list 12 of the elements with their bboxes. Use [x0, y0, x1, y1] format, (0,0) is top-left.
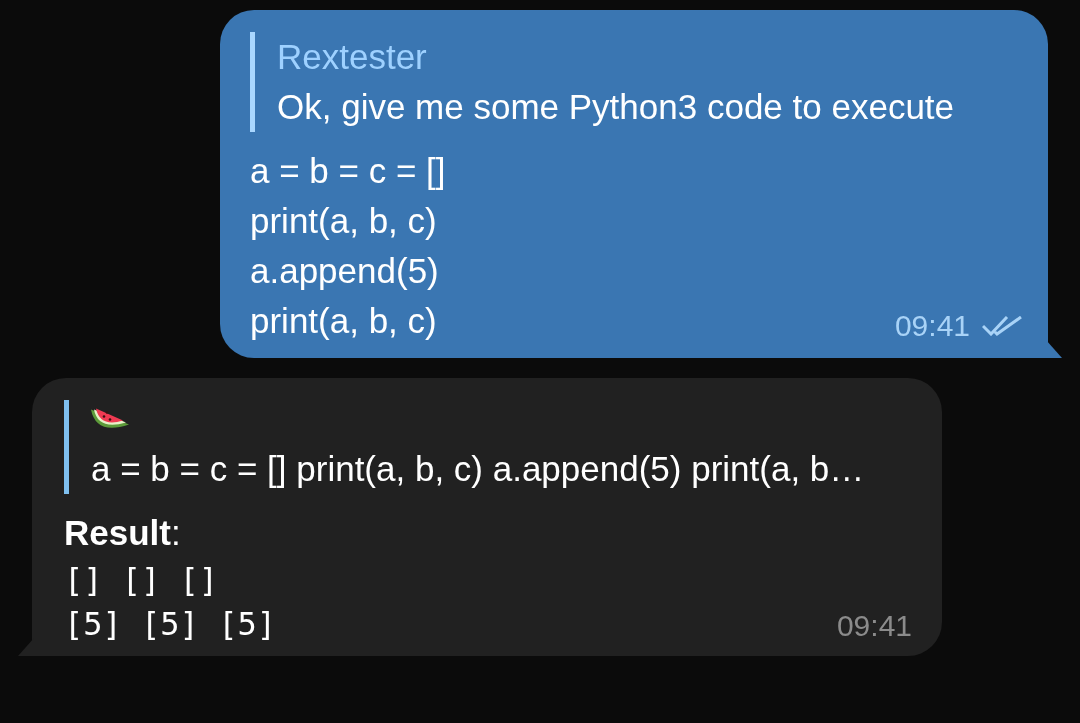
- output-text: [] [] []: [64, 560, 219, 601]
- quote-text: Ok, give me some Python3 code to execute: [277, 86, 955, 128]
- timestamp: 09:41: [894, 308, 970, 344]
- output-text: [5] [5] [5]: [64, 604, 276, 645]
- quote-text: a = b = c = [] print(a, b, c) a.append(5) print(a, b…: [91, 448, 865, 490]
- message-text: a.append(5): [250, 250, 439, 292]
- message-text: print(a, b, c): [250, 200, 437, 242]
- message-text: a = b = c = []: [250, 150, 446, 192]
- message-text: print(a, b, c): [250, 300, 437, 342]
- quote-author: Rextester: [277, 36, 427, 78]
- timestamp: 09:41: [836, 608, 912, 644]
- result-heading: Result:: [64, 512, 181, 554]
